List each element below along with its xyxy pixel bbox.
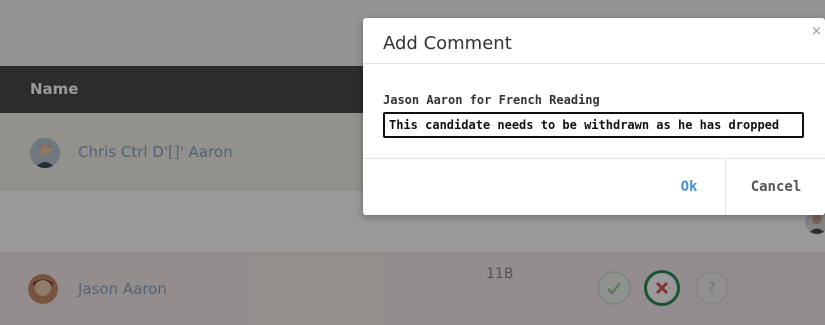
dialog-title: Add Comment bbox=[383, 33, 512, 54]
comment-input[interactable] bbox=[383, 112, 804, 138]
divider bbox=[363, 63, 825, 64]
close-icon[interactable]: × bbox=[811, 24, 822, 39]
cancel-button[interactable]: Cancel bbox=[725, 158, 825, 215]
comment-label: Jason Aaron for French Reading bbox=[383, 93, 600, 107]
add-comment-dialog: Add Comment × Jason Aaron for French Rea… bbox=[363, 18, 825, 215]
dialog-footer: Ok Cancel bbox=[363, 158, 825, 215]
ok-button[interactable]: Ok bbox=[659, 158, 719, 215]
